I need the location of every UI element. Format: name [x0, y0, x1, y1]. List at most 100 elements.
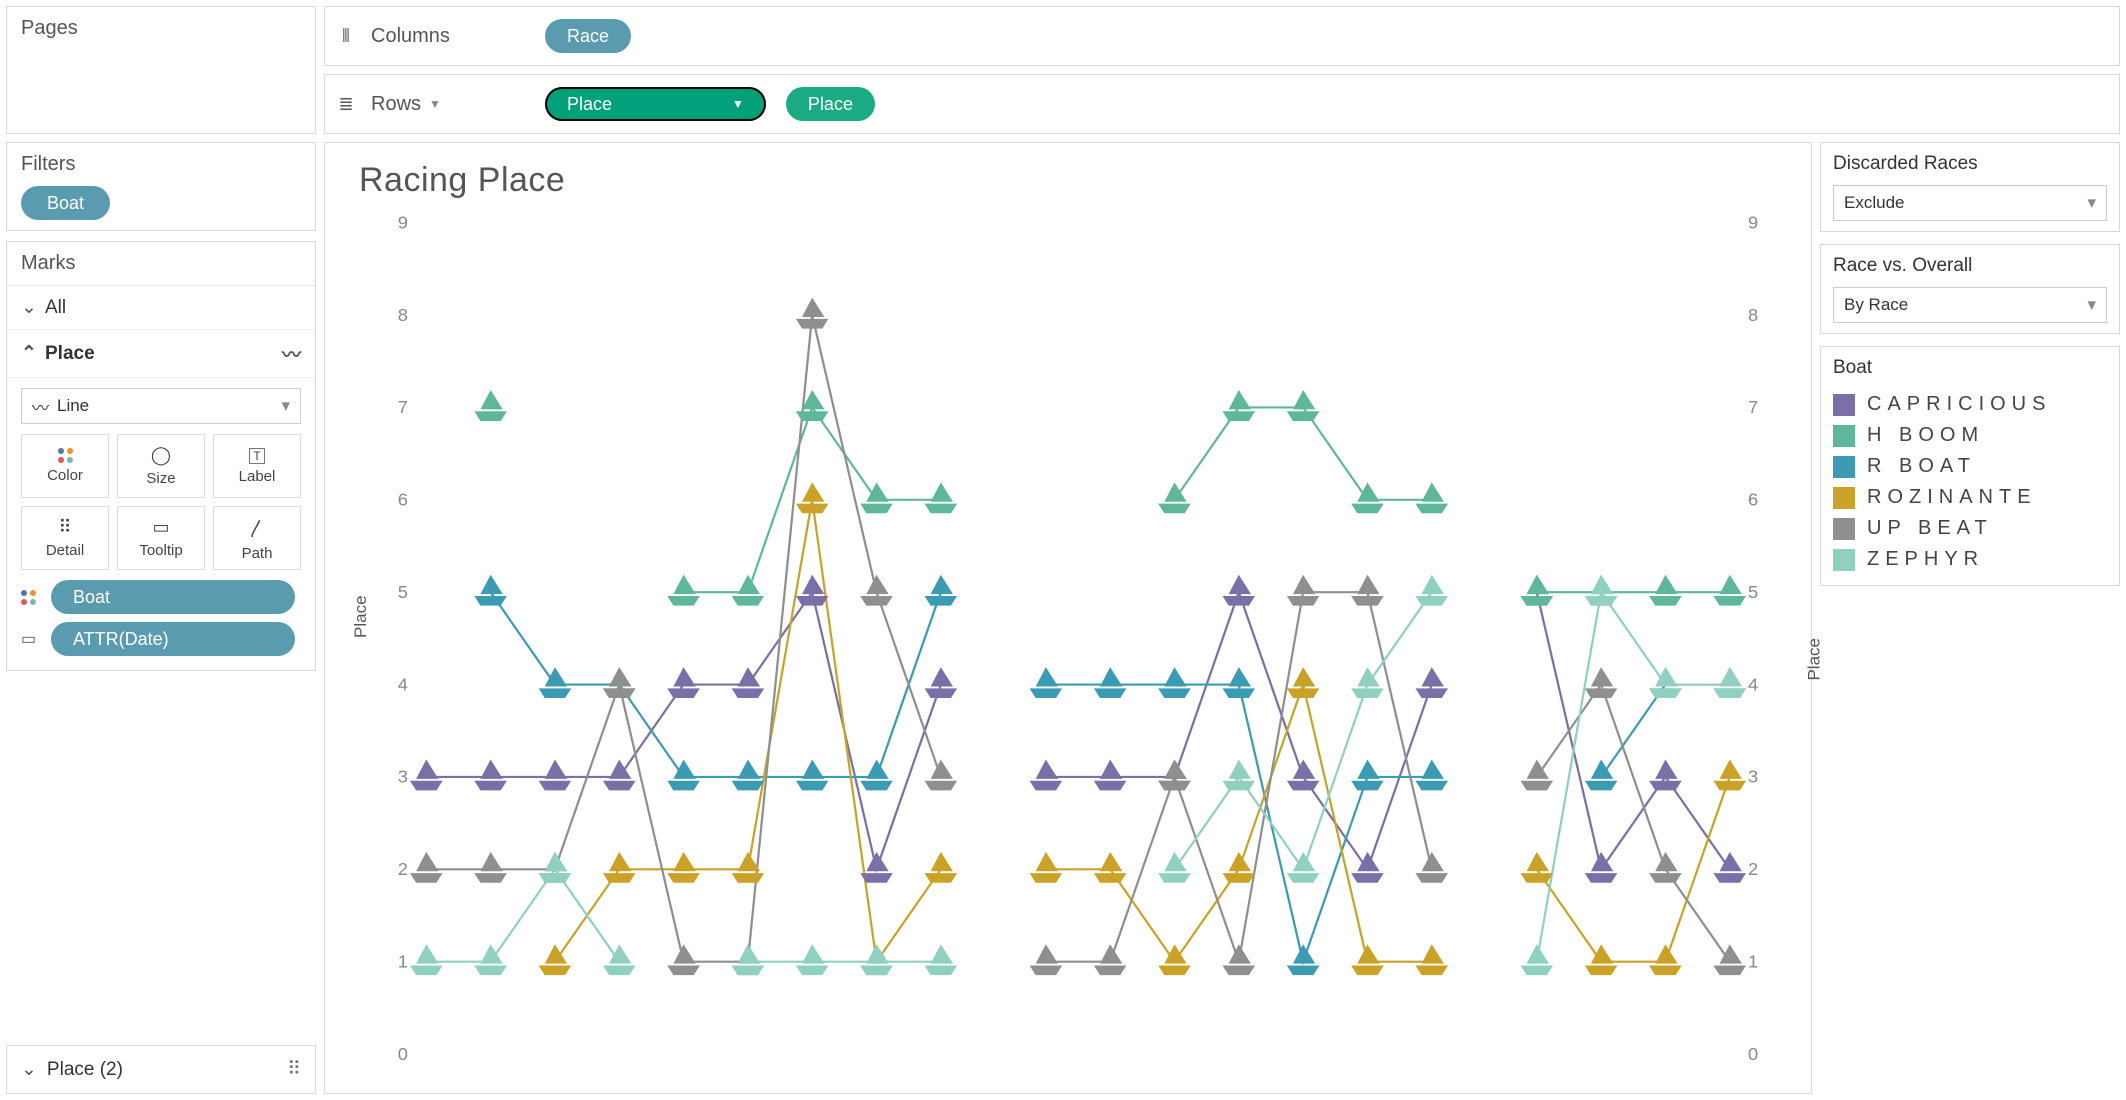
boat-mark[interactable] — [474, 944, 507, 975]
mark-detail-button[interactable]: ⠿ Detail — [21, 506, 109, 570]
boat-mark[interactable] — [1030, 944, 1063, 975]
rows-shelf[interactable]: ≣ Rows ▼ Place ▼ Place — [324, 74, 2120, 134]
boat-mark[interactable] — [1094, 667, 1127, 698]
color-encoding-row[interactable]: Boat — [21, 580, 301, 614]
filters-shelf[interactable]: Filters Boat — [6, 142, 316, 231]
boat-mark[interactable] — [1222, 852, 1255, 883]
boat-mark[interactable] — [1222, 575, 1255, 606]
tooltip-pill-date[interactable]: ATTR(Date) — [51, 622, 295, 656]
columns-shelf[interactable]: ⦀ Columns Race — [324, 6, 2120, 66]
boat-mark[interactable] — [539, 759, 572, 790]
boat-mark[interactable] — [474, 575, 507, 606]
boat-mark[interactable] — [796, 482, 829, 513]
boat-mark[interactable] — [1351, 852, 1384, 883]
pill-dropdown-icon[interactable]: ▼ — [732, 97, 744, 111]
boat-mark[interactable] — [860, 482, 893, 513]
boat-mark[interactable] — [1520, 944, 1553, 975]
boat-mark[interactable] — [603, 759, 636, 790]
boat-mark[interactable] — [1713, 759, 1746, 790]
boat-mark[interactable] — [1713, 852, 1746, 883]
boat-mark[interactable] — [1649, 759, 1682, 790]
boat-mark[interactable] — [860, 759, 893, 790]
boat-mark[interactable] — [1415, 759, 1448, 790]
boat-mark[interactable] — [1649, 852, 1682, 883]
boat-mark[interactable] — [925, 759, 958, 790]
columns-pill-race[interactable]: Race — [545, 19, 631, 53]
tooltip-encoding-row[interactable]: ▭ ATTR(Date) — [21, 622, 301, 656]
boat-mark[interactable] — [474, 852, 507, 883]
rows-shelf-caret-icon[interactable]: ▼ — [429, 97, 441, 111]
boat-mark[interactable] — [1287, 759, 1320, 790]
boat-mark[interactable] — [667, 575, 700, 606]
boat-mark[interactable] — [539, 852, 572, 883]
boat-mark[interactable] — [796, 944, 829, 975]
boat-mark[interactable] — [1158, 759, 1191, 790]
boat-mark[interactable] — [1351, 759, 1384, 790]
boat-mark[interactable] — [667, 667, 700, 698]
boat-mark[interactable] — [1030, 759, 1063, 790]
boat-mark[interactable] — [1287, 575, 1320, 606]
rows-pill-place-active[interactable]: Place ▼ — [545, 87, 766, 121]
boat-mark[interactable] — [925, 667, 958, 698]
boat-mark[interactable] — [1030, 667, 1063, 698]
chart-svg[interactable]: 00112233445566778899 — [355, 213, 1801, 1083]
boat-mark[interactable] — [1415, 852, 1448, 883]
boat-mark[interactable] — [1713, 944, 1746, 975]
boat-mark[interactable] — [796, 759, 829, 790]
mark-path-button[interactable]: 〳 Path — [213, 506, 301, 570]
boat-mark[interactable] — [1030, 852, 1063, 883]
boat-mark[interactable] — [474, 390, 507, 421]
boat-mark[interactable] — [1158, 667, 1191, 698]
pages-shelf[interactable]: Pages — [6, 6, 316, 134]
filter-pill-boat[interactable]: Boat — [21, 186, 110, 220]
boat-mark[interactable] — [1520, 759, 1553, 790]
boat-mark[interactable] — [796, 298, 829, 329]
marks-place-row[interactable]: ⌃ Place 〰 — [7, 330, 315, 378]
boat-mark[interactable] — [860, 575, 893, 606]
boat-mark[interactable] — [1649, 944, 1682, 975]
boat-mark[interactable] — [732, 667, 765, 698]
boat-mark[interactable] — [1415, 575, 1448, 606]
boat-mark[interactable] — [1585, 575, 1618, 606]
boat-mark[interactable] — [667, 852, 700, 883]
boat-mark[interactable] — [1287, 390, 1320, 421]
boat-mark[interactable] — [732, 944, 765, 975]
boat-mark[interactable] — [1585, 759, 1618, 790]
discarded-select[interactable]: Exclude ▾ — [1833, 185, 2107, 221]
race-overall-select[interactable]: By Race ▾ — [1833, 287, 2107, 323]
boat-mark[interactable] — [474, 759, 507, 790]
boat-mark[interactable] — [860, 852, 893, 883]
legend-item[interactable]: ROZINANTE — [1833, 482, 2107, 513]
boat-mark[interactable] — [1713, 575, 1746, 606]
legend-item[interactable]: UP BEAT — [1833, 513, 2107, 544]
boat-mark[interactable] — [667, 944, 700, 975]
boat-mark[interactable] — [860, 944, 893, 975]
boat-mark[interactable] — [1287, 944, 1320, 975]
boat-mark[interactable] — [603, 667, 636, 698]
boat-mark[interactable] — [1222, 759, 1255, 790]
color-pill-boat[interactable]: Boat — [51, 580, 295, 614]
mark-label-button[interactable]: T Label — [213, 434, 301, 498]
boat-mark[interactable] — [539, 944, 572, 975]
boat-mark[interactable] — [1222, 944, 1255, 975]
boat-mark[interactable] — [1520, 575, 1553, 606]
boat-mark[interactable] — [1287, 852, 1320, 883]
boat-mark[interactable] — [1158, 944, 1191, 975]
boat-mark[interactable] — [1415, 667, 1448, 698]
boat-mark[interactable] — [925, 944, 958, 975]
boat-mark[interactable] — [1415, 482, 1448, 513]
boat-mark[interactable] — [925, 575, 958, 606]
boat-mark[interactable] — [1094, 852, 1127, 883]
boat-mark[interactable] — [1222, 390, 1255, 421]
boat-mark[interactable] — [410, 852, 443, 883]
boat-mark[interactable] — [1094, 759, 1127, 790]
rows-pill-place-2[interactable]: Place — [786, 87, 875, 121]
boat-mark[interactable] — [539, 667, 572, 698]
boat-mark[interactable] — [925, 852, 958, 883]
boat-mark[interactable] — [1287, 667, 1320, 698]
boat-mark[interactable] — [1158, 482, 1191, 513]
boat-mark[interactable] — [1351, 944, 1384, 975]
boat-mark[interactable] — [1351, 575, 1384, 606]
boat-mark[interactable] — [1585, 852, 1618, 883]
boat-mark[interactable] — [1158, 852, 1191, 883]
